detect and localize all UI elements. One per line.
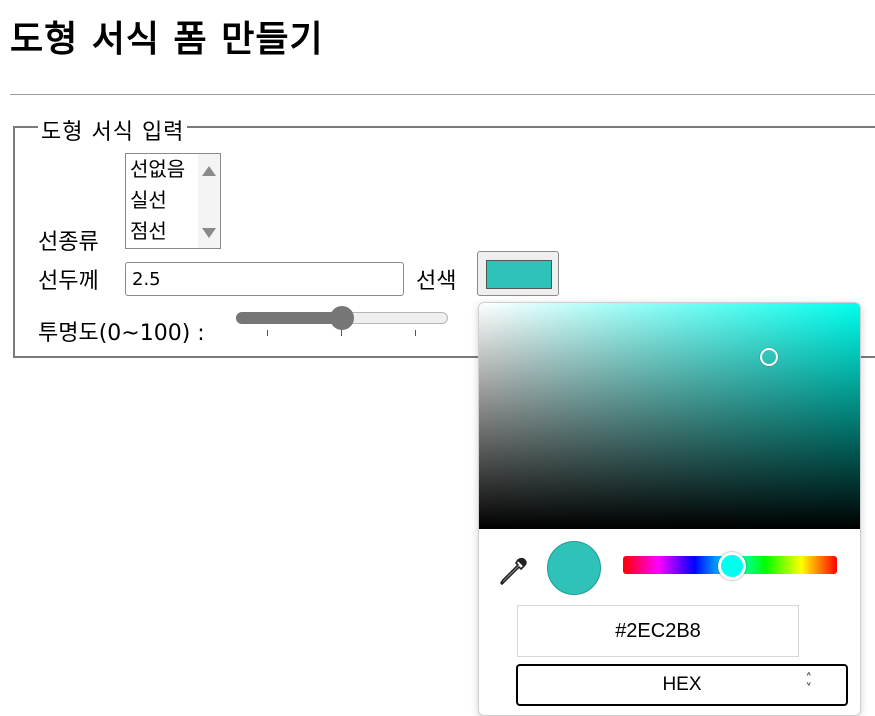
- line-color-label: 선색: [416, 269, 457, 294]
- line-type-label: 선종류: [38, 230, 99, 255]
- color-mode-select[interactable]: HEX ˄ ˅: [516, 664, 848, 706]
- scroll-up-icon[interactable]: [202, 166, 216, 176]
- line-type-listbox[interactable]: 선없음 실선 점선: [125, 153, 221, 249]
- line-width-input[interactable]: [125, 262, 404, 296]
- color-mode-value: HEX: [662, 674, 702, 695]
- eyedropper-icon[interactable]: [499, 557, 527, 587]
- hex-value-field[interactable]: #2EC2B8: [517, 605, 799, 657]
- opacity-slider-thumb[interactable]: [330, 306, 354, 330]
- saturation-brightness-area[interactable]: [479, 303, 860, 529]
- scroll-down-icon[interactable]: [202, 228, 216, 238]
- opacity-slider-fill: [236, 312, 342, 324]
- slider-tick: [341, 330, 342, 336]
- line-type-option[interactable]: 점선: [130, 216, 167, 247]
- chevron-updown-icon: ˄ ˅: [805, 672, 813, 697]
- fieldset-legend: 도형 서식 입력: [38, 114, 188, 146]
- line-type-option[interactable]: 실선: [130, 185, 167, 216]
- slider-tick: [415, 330, 416, 336]
- line-width-label: 선두께: [38, 269, 99, 294]
- divider: [10, 94, 875, 95]
- opacity-label: 투명도(0~100) :: [38, 321, 205, 346]
- hue-slider-thumb[interactable]: [718, 552, 747, 580]
- slider-tick: [267, 330, 268, 336]
- saturation-cursor[interactable]: [759, 348, 778, 367]
- line-color-swatch: [486, 260, 552, 289]
- color-picker-popup: #2EC2B8 HEX ˄ ˅: [478, 302, 861, 716]
- selected-color-preview: [547, 541, 601, 595]
- page-title: 도형 서식 폼 만들기: [10, 19, 324, 60]
- listbox-scrollbar[interactable]: [198, 154, 220, 248]
- line-color-button[interactable]: [477, 251, 559, 296]
- line-type-option[interactable]: 선없음: [130, 154, 185, 185]
